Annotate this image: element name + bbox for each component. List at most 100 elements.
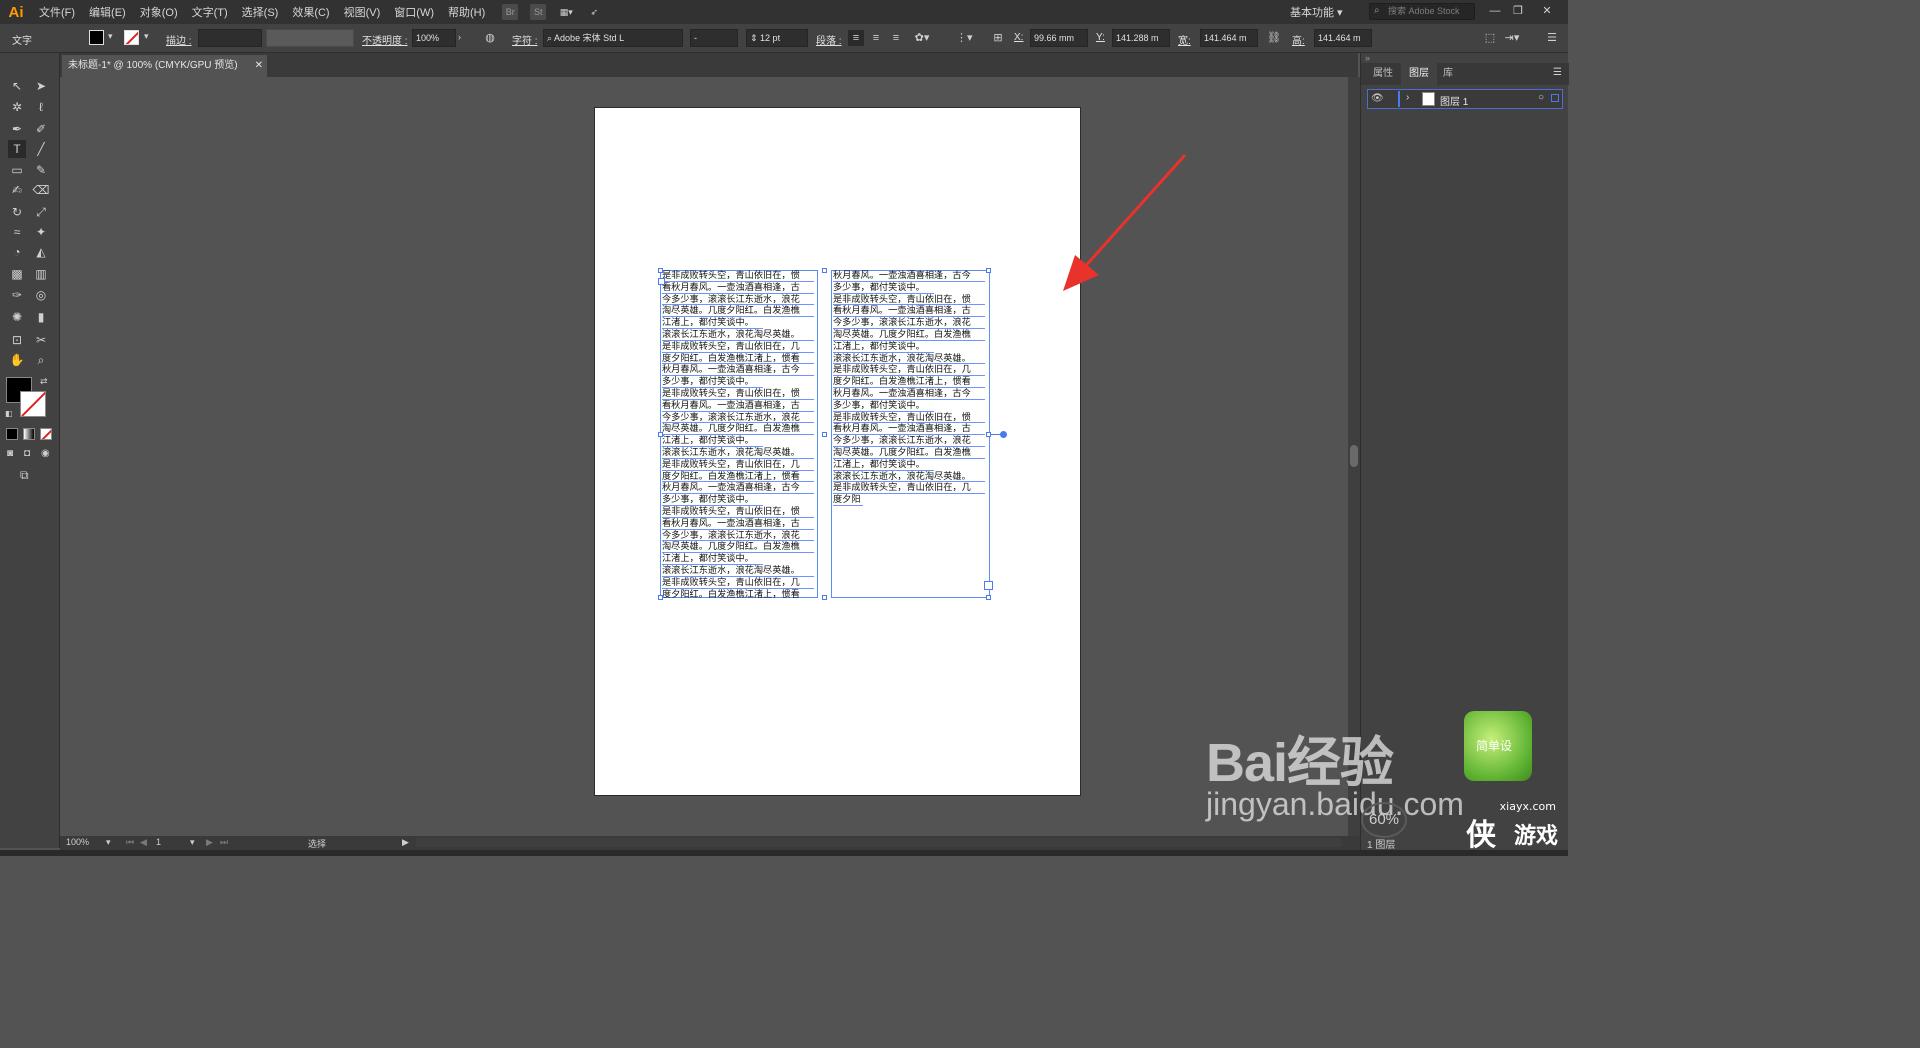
slice-tool-icon[interactable]: ✂	[32, 331, 50, 349]
artboard-dropdown-icon[interactable]: ▾	[190, 837, 195, 848]
isolate-icon[interactable]: ⬚	[1482, 30, 1498, 46]
vertical-scrollbar-thumb[interactable]	[1350, 445, 1358, 467]
arrange-documents-icon[interactable]: ▦▾	[558, 4, 574, 20]
opacity-arrow-icon[interactable]: ›	[458, 32, 461, 42]
restore-button[interactable]: ❐	[1509, 3, 1527, 19]
shaper-tool-icon[interactable]: ✍	[8, 181, 26, 199]
font-family-dropdown[interactable]: ⌕ Adobe 宋体 Std L	[543, 29, 683, 47]
pen-tool-icon[interactable]: ✒	[8, 120, 26, 138]
tab-libraries[interactable]: 库	[1435, 63, 1461, 85]
prev-artboard-icon[interactable]: ◀	[140, 837, 147, 848]
menu-edit[interactable]: 编辑(E)	[82, 4, 133, 20]
frame-handle-mm[interactable]	[822, 432, 827, 437]
layer-selected-indicator[interactable]	[1551, 94, 1559, 102]
status-arrow-icon[interactable]: ▶	[402, 837, 409, 848]
zoom-level-input[interactable]: 100%	[66, 837, 89, 847]
workspace-switcher[interactable]: 基本功能 ▾	[1290, 4, 1343, 20]
frame-handle-tr[interactable]	[986, 268, 991, 273]
control-menu-icon[interactable]: ☰	[1544, 30, 1560, 46]
opacity-input[interactable]: 100%	[412, 29, 456, 47]
out-port-icon[interactable]	[984, 581, 993, 590]
align-center-icon[interactable]: ≡	[868, 30, 884, 46]
opacity-label[interactable]: 不透明度 :	[362, 32, 408, 47]
frame-handle-tm[interactable]	[822, 268, 827, 273]
paintbrush-tool-icon[interactable]: ✎	[32, 161, 50, 179]
none-mode-icon[interactable]	[40, 428, 52, 440]
menu-type[interactable]: 文字(T)	[185, 4, 235, 20]
horizontal-scrollbar[interactable]	[416, 838, 1341, 847]
frame-handle-tl[interactable]	[658, 268, 663, 273]
scale-tool-icon[interactable]: ⤢	[32, 203, 50, 221]
menu-window[interactable]: 窗口(W)	[387, 4, 441, 20]
artboard-number-input[interactable]: 1	[156, 837, 161, 847]
align-right-icon[interactable]: ≡	[888, 30, 904, 46]
artboard[interactable]: 是非成败转头空，青山依旧在，惯 看秋月春风。一壶浊酒喜相逢，古 今多少事，滚滚长江东…	[594, 107, 1081, 796]
tab-layers[interactable]: 图层	[1401, 63, 1437, 85]
frame-handle-br[interactable]	[986, 595, 991, 600]
y-input[interactable]: 141.288 m	[1112, 29, 1170, 47]
stock-button[interactable]: St	[530, 4, 547, 20]
color-mode-icon[interactable]	[6, 428, 18, 440]
minimize-button[interactable]: —	[1486, 3, 1504, 19]
hand-tool-icon[interactable]: ✋	[8, 351, 26, 369]
layer-name[interactable]: 图层 1	[1440, 93, 1468, 108]
artboard-tool-icon[interactable]: ⊡	[8, 331, 26, 349]
layer-target-icon[interactable]: ○	[1538, 92, 1544, 103]
type-tool-icon[interactable]: T	[8, 140, 26, 158]
curvature-tool-icon[interactable]: ✐	[32, 120, 50, 138]
recolor-artwork-icon[interactable]: ◍	[482, 30, 498, 46]
stroke-dropdown-icon[interactable]: ▾	[144, 31, 149, 42]
stock-search-input[interactable]: 搜索 Adobe Stock	[1369, 3, 1475, 20]
perspective-grid-tool-icon[interactable]: ◭	[32, 243, 50, 261]
collapse-panel-icon[interactable]: »	[1365, 53, 1370, 63]
tab-properties[interactable]: 属性	[1365, 63, 1401, 85]
selection-tool-icon[interactable]: ↖	[8, 77, 26, 95]
swap-colors-icon[interactable]: ⇄	[40, 376, 48, 387]
shape-builder-tool-icon[interactable]: ◔	[8, 243, 26, 261]
stroke-label[interactable]: 描边 :	[166, 32, 192, 47]
paragraph-label[interactable]: 段落 :	[816, 32, 842, 47]
symbol-sprayer-tool-icon[interactable]: ✺	[8, 308, 26, 326]
menu-object[interactable]: 对象(O)	[133, 4, 185, 20]
draw-behind-icon[interactable]: ◘	[24, 448, 30, 459]
layer-row[interactable]: 👁 › 图层 1 ○	[1367, 89, 1563, 109]
menu-select[interactable]: 选择(S)	[235, 4, 286, 20]
bridge-button[interactable]: Br	[502, 4, 519, 20]
transform-reference-icon[interactable]: ⊞	[990, 30, 1006, 46]
width-input[interactable]: 141.464 m	[1200, 29, 1258, 47]
stroke-color-swatch[interactable]	[20, 391, 46, 417]
frame-handle-bm[interactable]	[822, 595, 827, 600]
brush-definition-dropdown[interactable]	[266, 29, 354, 47]
screen-mode-icon[interactable]: ⧉	[20, 468, 29, 483]
default-colors-icon[interactable]: ◧	[5, 409, 13, 418]
constrain-proportions-icon[interactable]: ⛓	[1266, 30, 1282, 46]
fill-swatch[interactable]	[89, 30, 104, 45]
zoom-tool-icon[interactable]: ⌕	[32, 351, 50, 369]
last-artboard-icon[interactable]: ⏭	[220, 837, 228, 848]
visibility-eye-icon[interactable]: 👁	[1371, 93, 1384, 104]
menu-view[interactable]: 视图(V)	[337, 4, 388, 20]
gradient-mode-icon[interactable]	[23, 428, 35, 440]
blend-tool-icon[interactable]: ◎	[32, 286, 50, 304]
character-label[interactable]: 字符 :	[512, 32, 538, 47]
line-tool-icon[interactable]: ╱	[32, 140, 50, 158]
in-port-icon[interactable]	[658, 278, 665, 285]
draw-normal-icon[interactable]: ◙	[7, 448, 13, 459]
x-input[interactable]: 99.66 mm	[1030, 29, 1088, 47]
zoom-dropdown-icon[interactable]: ▾	[106, 837, 111, 848]
menu-help[interactable]: 帮助(H)	[441, 4, 492, 20]
text-column-right[interactable]: 秋月春风。一壶浊酒喜相逢，古今 多少事，都付笑谈中。 是非成败转头空，青山依旧在，惯…	[833, 270, 988, 598]
font-style-dropdown[interactable]: -	[690, 29, 738, 47]
canvas-area[interactable]: 是非成败转头空，青山依旧在，惯 看秋月春风。一壶浊酒喜相逢，古 今多少事，滚滚长江东…	[60, 77, 1348, 836]
rotate-tool-icon[interactable]: ↻	[8, 203, 26, 221]
align-left-icon[interactable]: ≡	[848, 30, 864, 46]
next-artboard-icon[interactable]: ▶	[206, 837, 213, 848]
fill-dropdown-icon[interactable]: ▾	[108, 31, 113, 42]
eyedropper-tool-icon[interactable]: ✑	[8, 286, 26, 304]
puppet-warp-tool-icon[interactable]: ✦	[32, 223, 50, 241]
align-objects-icon[interactable]: ⋮▾	[956, 30, 973, 46]
expand-layer-icon[interactable]: ›	[1406, 92, 1409, 103]
stroke-weight-input[interactable]	[198, 29, 262, 47]
rotate-widget-handle[interactable]	[1000, 431, 1007, 438]
gpu-performance-icon[interactable]: ➶	[586, 4, 602, 20]
